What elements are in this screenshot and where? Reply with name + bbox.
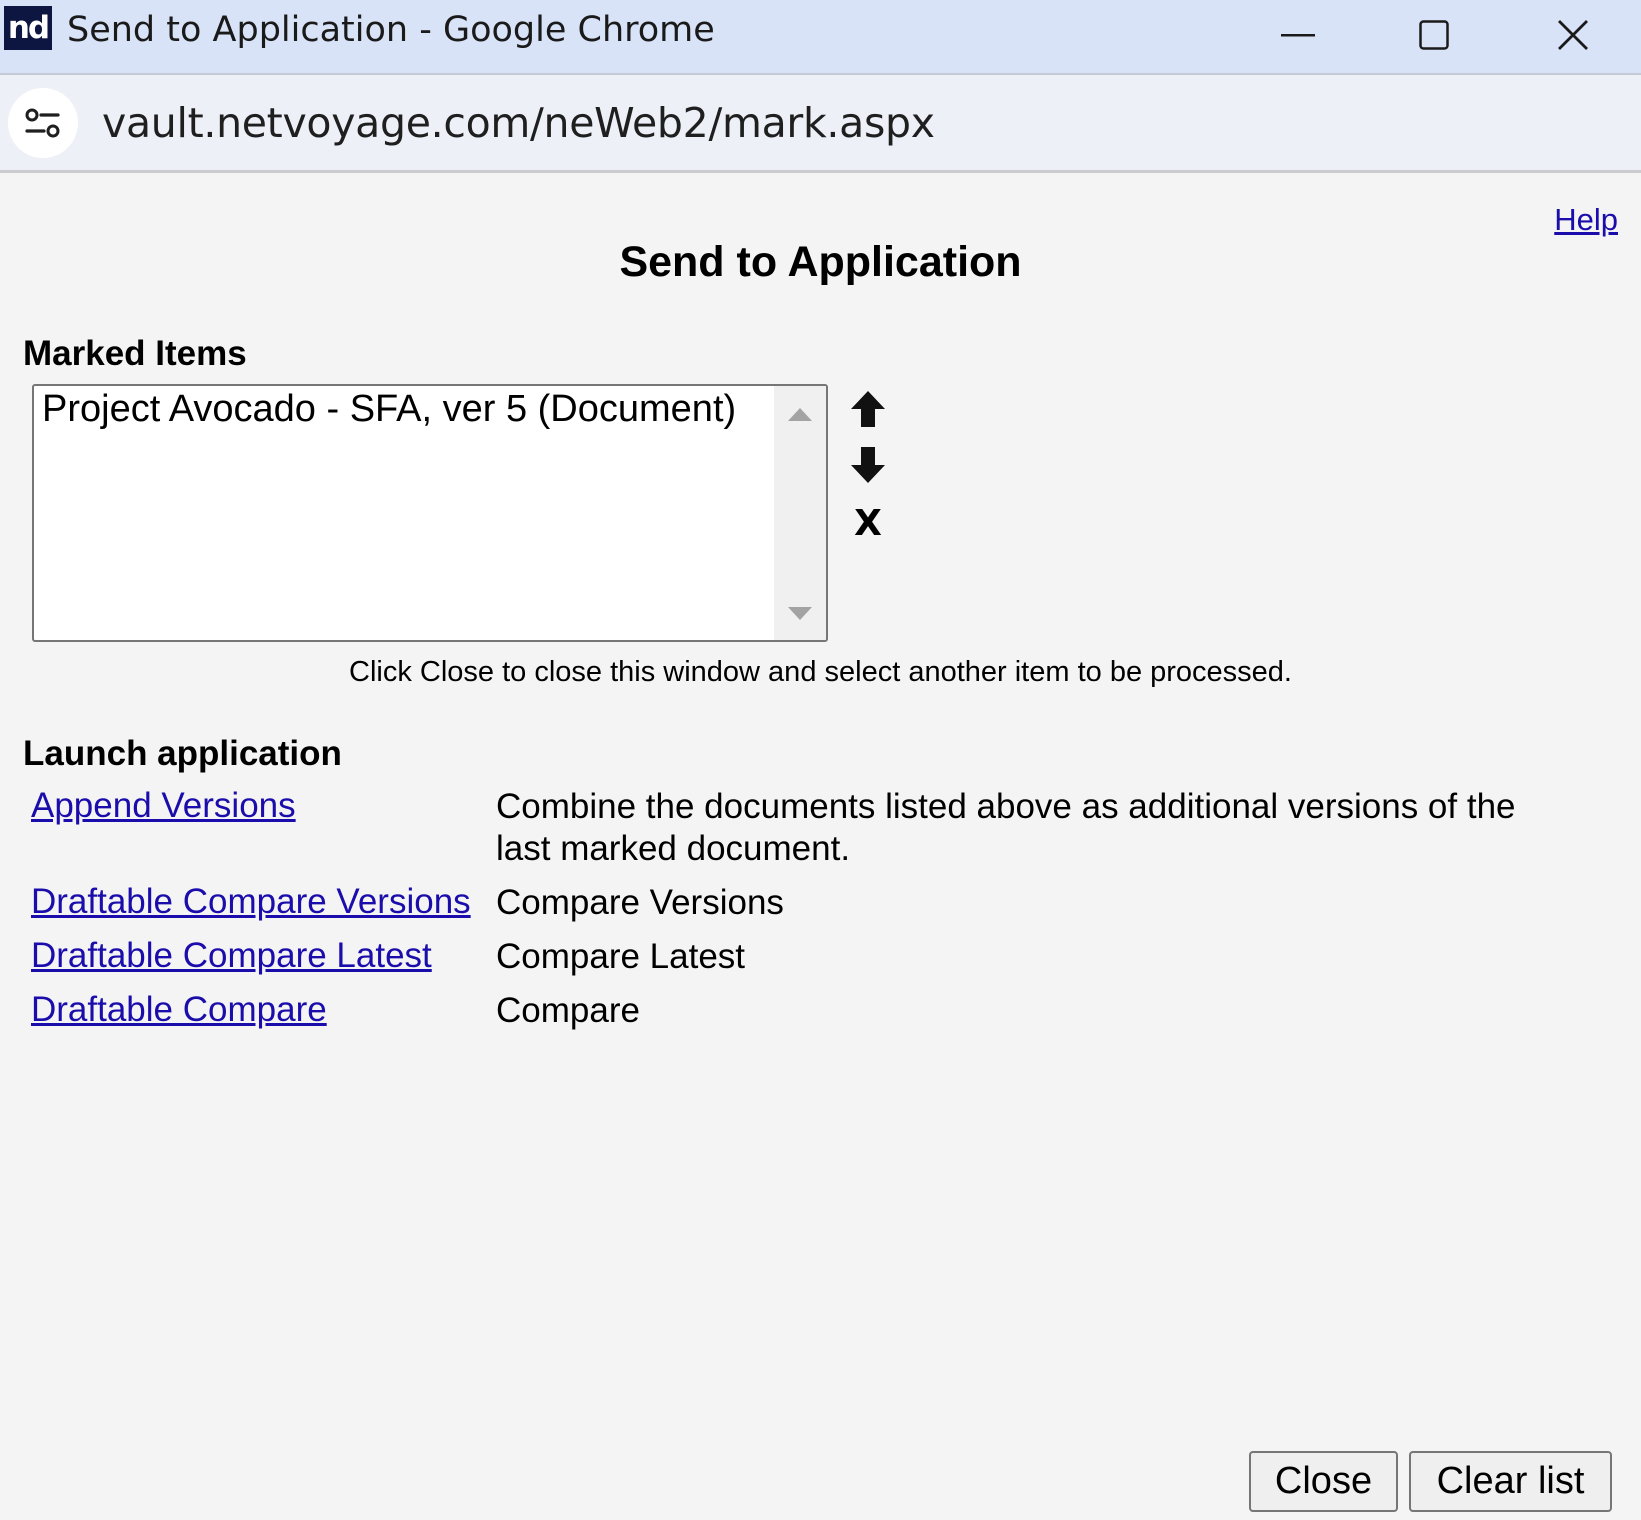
address-bar: vault.netvoyage.com/neWeb2/mark.aspx	[0, 75, 1641, 173]
help-link[interactable]: Help	[1554, 202, 1618, 238]
draftable-compare-link[interactable]: Draftable Compare	[31, 990, 327, 1030]
scroll-up-arrow-icon[interactable]	[788, 408, 812, 421]
listbox-scrollbar[interactable]	[774, 386, 826, 640]
draftable-compare-latest-link[interactable]: Draftable Compare Latest	[31, 936, 432, 976]
site-info-button[interactable]	[8, 88, 78, 158]
list-item[interactable]: Project Avocado - SFA, ver 5 (Document)	[42, 388, 736, 431]
maximize-icon	[1419, 20, 1449, 50]
clear-list-button[interactable]: Clear list	[1409, 1451, 1612, 1512]
minimize-button[interactable]	[1233, 0, 1363, 70]
move-up-button[interactable]	[848, 388, 888, 430]
hint-text: Click Close to close this window and sel…	[349, 656, 1292, 688]
arrow-down-icon	[851, 447, 885, 483]
window-title-bar: nd Send to Application - Google Chrome	[0, 0, 1641, 75]
close-window-button[interactable]	[1508, 0, 1638, 70]
draftable-compare-versions-description: Compare Versions	[496, 883, 784, 922]
move-down-button[interactable]	[848, 444, 888, 486]
close-icon	[1558, 20, 1588, 50]
arrow-up-icon	[851, 391, 885, 427]
tune-icon	[25, 108, 60, 138]
window-title: Send to Application - Google Chrome	[67, 10, 715, 50]
draftable-compare-latest-description: Compare Latest	[496, 937, 746, 976]
close-button[interactable]: Close	[1249, 1451, 1398, 1512]
scroll-down-arrow-icon[interactable]	[788, 607, 812, 620]
url-text[interactable]: vault.netvoyage.com/neWeb2/mark.aspx	[102, 99, 935, 147]
launch-application-heading: Launch application	[23, 734, 342, 773]
page-title: Send to Application	[619, 238, 1022, 286]
marked-items-listbox[interactable]: Project Avocado - SFA, ver 5 (Document)	[32, 384, 828, 642]
maximize-button[interactable]	[1369, 0, 1499, 70]
app-logo-icon: nd	[4, 6, 52, 50]
minimize-icon	[1281, 34, 1315, 37]
marked-items-heading: Marked Items	[23, 334, 247, 373]
append-versions-description: Combine the documents listed above as ad…	[496, 787, 1516, 868]
append-versions-link[interactable]: Append Versions	[31, 786, 296, 826]
draftable-compare-versions-link[interactable]: Draftable Compare Versions	[31, 882, 471, 922]
remove-item-button[interactable]: X	[848, 502, 888, 544]
draftable-compare-description: Compare	[496, 991, 640, 1030]
